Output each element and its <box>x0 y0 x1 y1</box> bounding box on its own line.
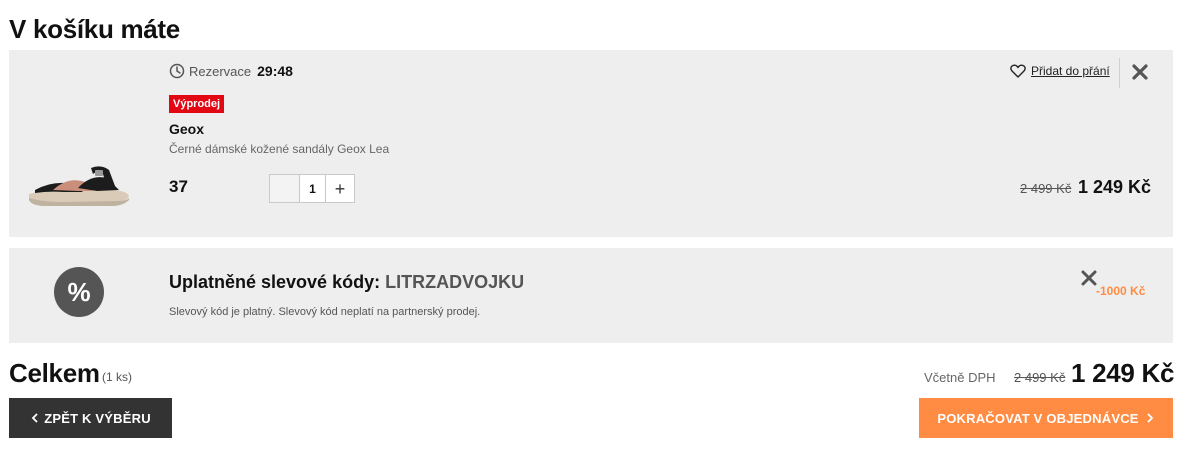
reservation-time: 29:48 <box>257 63 293 79</box>
product-size: 37 <box>169 177 188 196</box>
add-to-wishlist-link[interactable]: Přidat do přání <box>1010 64 1110 78</box>
chevron-left-icon <box>31 413 38 423</box>
discount-title-label: Uplatněné slevové kódy: <box>169 272 381 292</box>
divider <box>1119 58 1120 88</box>
discount-amount: -1000 Kč <box>1096 284 1146 298</box>
cart-item: Rezervace 29:48 Výprodej Geox Černé dáms… <box>9 50 1173 237</box>
quantity-decrease-button[interactable] <box>270 175 300 202</box>
heart-icon <box>1010 64 1026 78</box>
product-brand[interactable]: Geox <box>169 121 204 137</box>
total-item-count: (1 ks) <box>102 370 132 384</box>
reservation-label: Rezervace <box>189 63 252 79</box>
total-price: 1 249 Kč <box>1071 358 1175 388</box>
discount-note: Slevový kód je platný. Slevový kód nepla… <box>169 306 481 318</box>
close-icon[interactable] <box>1130 62 1150 82</box>
clock-icon <box>169 63 185 79</box>
discount-title: Uplatněné slevové kódy: LITRZADVOJKU <box>169 272 524 293</box>
product-description[interactable]: Černé dámské kožené sandály Geox Lea <box>169 142 389 156</box>
total-label: Celkem <box>9 358 100 388</box>
continue-button-label: POKRAČOVAT V OBJEDNÁVCE <box>937 410 1139 426</box>
discount-section: % Uplatněné slevové kódy: LITRZADVOJKU S… <box>9 248 1173 343</box>
chevron-right-icon <box>1147 413 1153 423</box>
quantity-increase-button[interactable]: + <box>326 175 354 202</box>
item-price: 1 249 Kč <box>1078 177 1152 197</box>
quantity-value[interactable]: 1 <box>300 175 326 202</box>
sale-badge: Výprodej <box>169 95 225 113</box>
page-title: V košíku máte <box>9 14 180 44</box>
back-button-label: ZPĚT K VÝBĚRU <box>44 410 151 426</box>
item-original-price: 2 499 Kč <box>1020 181 1072 196</box>
wishlist-label: Přidat do přání <box>1031 64 1110 78</box>
reservation-timer: Rezervace 29:48 <box>169 63 293 79</box>
percent-icon: % <box>54 267 104 317</box>
back-to-selection-button[interactable]: ZPĚT K VÝBĚRU <box>9 398 172 438</box>
total-original-price: 2 499 Kč <box>1014 370 1066 385</box>
product-image[interactable] <box>23 160 135 210</box>
vat-label: Včetně DPH <box>924 370 996 385</box>
continue-order-button[interactable]: POKRAČOVAT V OBJEDNÁVCE <box>919 398 1173 438</box>
quantity-stepper: 1 + <box>269 174 355 203</box>
discount-code: LITRZADVOJKU <box>385 272 525 292</box>
